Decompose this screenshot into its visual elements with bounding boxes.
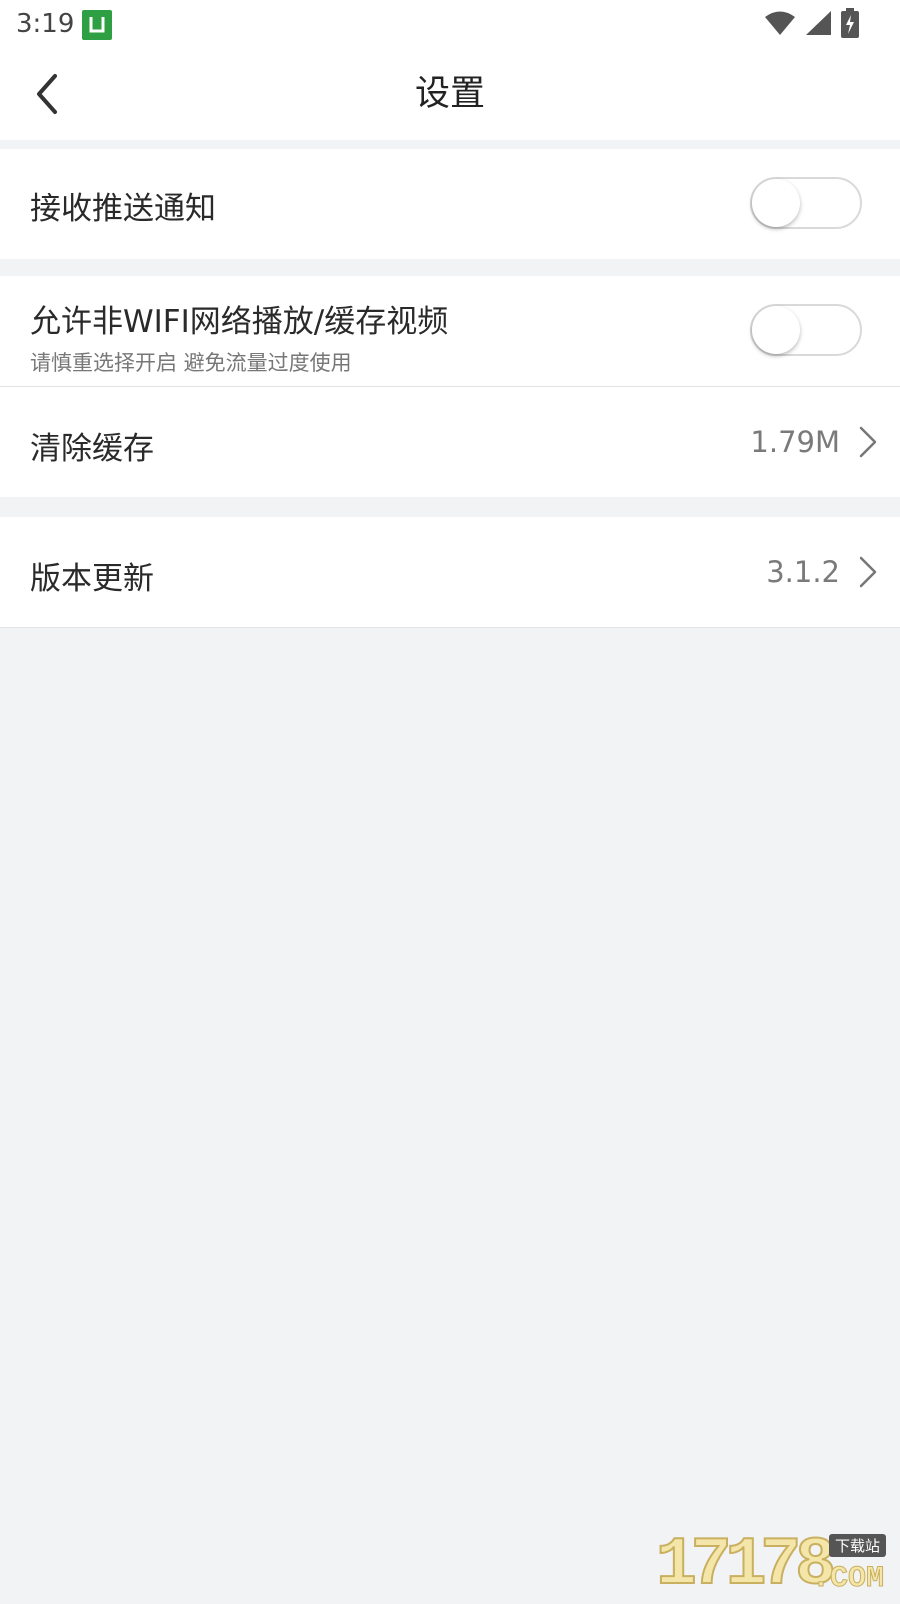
watermark-suffix: .COM [811, 1562, 884, 1597]
wifi-icon [764, 10, 796, 40]
watermark-logo: 17178 下载站 .COM [655, 1527, 886, 1604]
nav-bar: 设置 [0, 48, 900, 140]
setting-label: 接收推送通知 [30, 191, 216, 227]
setting-label: 版本更新 [30, 561, 154, 597]
watermark-main-text: 17178 [655, 1527, 837, 1604]
watermark-tag: 下载站 [828, 1534, 886, 1557]
setting-label: 清除缓存 [30, 431, 154, 467]
app-notification-icon [82, 10, 112, 40]
cache-size-value: 1.79M [750, 425, 840, 459]
setting-sublabel: 请慎重选择开启 避免流量过度使用 [30, 351, 352, 375]
version-value: 3.1.2 [766, 555, 840, 589]
cell-signal-icon [804, 10, 832, 40]
toggle-knob [752, 179, 800, 227]
status-bar: 3:19 [0, 0, 900, 48]
non-wifi-playback-toggle[interactable] [750, 304, 862, 356]
setting-label: 允许非WIFI网络播放/缓存视频 [30, 304, 449, 340]
toggle-knob [752, 306, 800, 354]
battery-charging-icon [840, 8, 860, 42]
divider [0, 627, 900, 628]
setting-row-non-wifi-playback: 允许非WIFI网络播放/缓存视频 请慎重选择开启 避免流量过度使用 [0, 276, 900, 386]
setting-row-version-update[interactable]: 版本更新 3.1.2 [0, 517, 900, 627]
chevron-right-icon [859, 556, 877, 588]
push-notifications-toggle[interactable] [750, 177, 862, 229]
status-time: 3:19 [16, 9, 75, 39]
chevron-right-icon [859, 426, 877, 458]
setting-row-push-notifications: 接收推送通知 [0, 149, 900, 259]
page-title: 设置 [414, 74, 485, 114]
setting-row-clear-cache[interactable]: 清除缓存 1.79M [0, 387, 900, 497]
status-icons [764, 8, 860, 42]
